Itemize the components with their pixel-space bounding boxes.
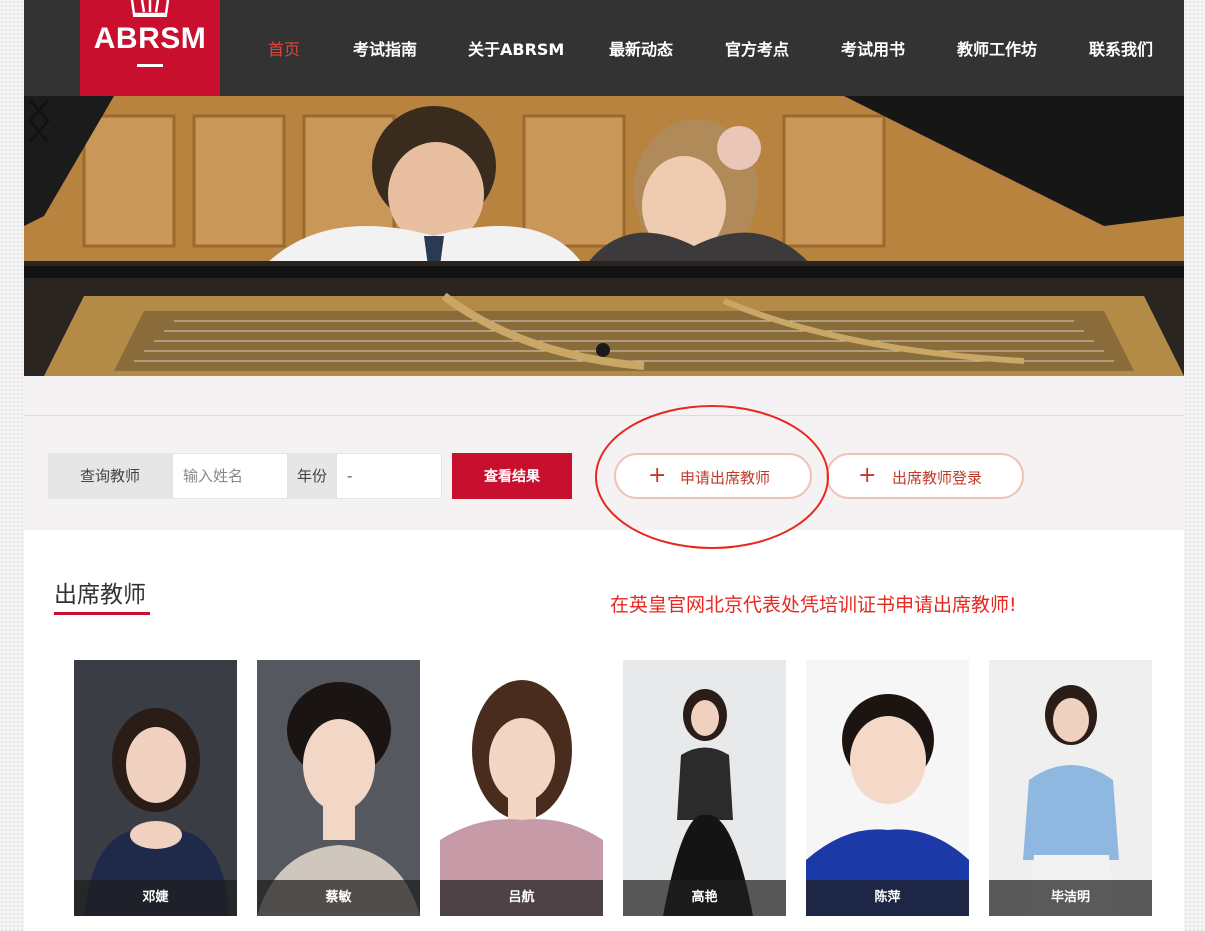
nav-news[interactable]: 最新动态 <box>609 36 673 60</box>
section-divider <box>24 415 1184 416</box>
plus-icon: + <box>648 463 667 488</box>
teacher-list: 邓婕 蔡敏 吕航 高艳 陈萍 毕洁明 <box>74 660 1154 916</box>
teacher-photo <box>74 660 237 916</box>
teacher-card[interactable]: 吕航 <box>440 660 603 916</box>
teacher-name: 陈萍 <box>806 880 969 916</box>
apply-teacher-label: 申请出席教师 <box>680 469 771 487</box>
teacher-card[interactable]: 邓婕 <box>74 660 237 916</box>
teacher-login-button[interactable]: + 出席教师登录 <box>826 453 1024 499</box>
teacher-photo <box>989 660 1152 916</box>
teacher-photo <box>440 660 603 916</box>
abrsm-logo[interactable]: ABRSM <box>80 0 220 96</box>
hero-banner <box>24 96 1184 376</box>
teacher-card[interactable]: 高艳 <box>623 660 786 916</box>
banner-pagination <box>596 343 616 357</box>
year-label: 年份 <box>288 453 336 499</box>
nav-contact-us[interactable]: 联系我们 <box>1089 36 1153 60</box>
teacher-login-label: 出席教师登录 <box>892 469 983 487</box>
apply-teacher-button[interactable]: + 申请出席教师 <box>614 453 812 499</box>
nav-exam-books[interactable]: 考试用书 <box>841 36 905 60</box>
teacher-photo <box>623 660 786 916</box>
banner-next-arrow[interactable] <box>24 96 54 146</box>
teacher-name: 邓婕 <box>74 880 237 916</box>
teacher-search-panel: 查询教师 年份 查看结果 + 申请出席教师 + 出席教师登录 <box>24 376 1184 549</box>
site-header: ABRSM 首页 考试指南 关于ABRSM 最新动态 官方考点 考试用书 教师工… <box>24 0 1184 96</box>
crown-icon <box>130 0 170 17</box>
nav-exam-centers[interactable]: 官方考点 <box>725 36 789 60</box>
teacher-name: 蔡敏 <box>257 880 420 916</box>
page: ABRSM 首页 考试指南 关于ABRSM 最新动态 官方考点 考试用书 教师工… <box>24 0 1184 931</box>
banner-dot-active[interactable] <box>596 343 610 357</box>
teacher-photo <box>257 660 420 916</box>
year-input[interactable] <box>336 453 442 499</box>
section-title: 出席教师 <box>54 582 146 608</box>
nav-home[interactable]: 首页 <box>268 36 300 60</box>
nav-exam-guide[interactable]: 考试指南 <box>353 36 417 60</box>
teacher-card[interactable]: 毕洁明 <box>989 660 1152 916</box>
teacher-name: 毕洁明 <box>989 880 1152 916</box>
query-teacher-label: 查询教师 <box>48 453 172 499</box>
main-nav: 首页 考试指南 关于ABRSM 最新动态 官方考点 考试用书 教师工作坊 联系我… <box>244 0 1184 96</box>
logo-bar <box>137 64 163 67</box>
banner-illustration <box>24 96 1184 376</box>
section-title-underline <box>54 612 150 615</box>
application-notice: 在英皇官网北京代表处凭培训证书申请出席教师! <box>610 594 1017 616</box>
logo-text: ABRSM <box>93 22 207 55</box>
teacher-name: 吕航 <box>440 880 603 916</box>
teacher-photo <box>806 660 969 916</box>
teacher-card[interactable]: 蔡敏 <box>257 660 420 916</box>
teacher-name: 高艳 <box>623 880 786 916</box>
teacher-name-input[interactable] <box>172 453 288 499</box>
nav-teacher-workshop[interactable]: 教师工作坊 <box>957 36 1037 60</box>
teacher-card[interactable]: 陈萍 <box>806 660 969 916</box>
plus-icon: + <box>858 463 877 488</box>
view-results-button[interactable]: 查看结果 <box>452 453 572 499</box>
nav-about-abrsm[interactable]: 关于ABRSM <box>468 36 564 60</box>
